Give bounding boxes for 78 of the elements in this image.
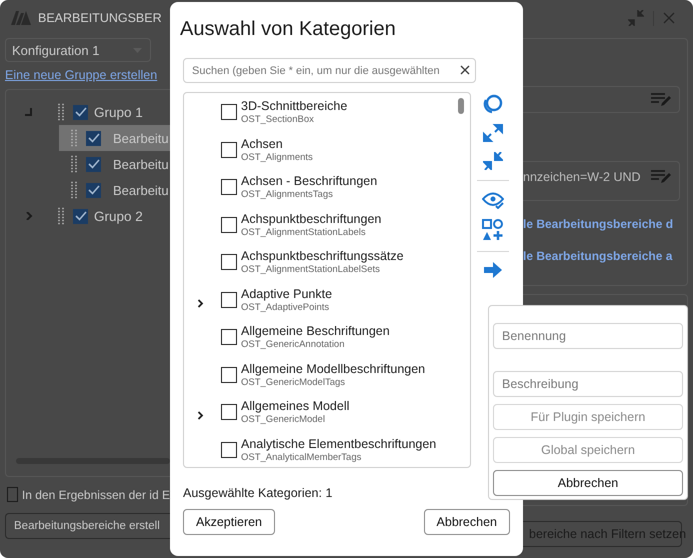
category-name: Allgemeine Modellbeschriftungen bbox=[241, 362, 426, 376]
search-field[interactable]: Suchen (geben Sie * ein, um nur die ausgewählten bbox=[183, 58, 476, 83]
tree-item[interactable]: Bearbeitu bbox=[59, 177, 170, 203]
category-name: Achsen - Beschriftungen bbox=[241, 174, 378, 188]
collapse-arrows-icon[interactable] bbox=[483, 152, 504, 170]
panel-button[interactable]: Abbrechen bbox=[493, 470, 683, 496]
expand-arrows-icon[interactable] bbox=[483, 124, 504, 142]
circles-icon[interactable] bbox=[482, 94, 504, 114]
checkbox[interactable] bbox=[221, 366, 237, 382]
action-link[interactable]: le Bearbeitungsbereiche d bbox=[523, 217, 680, 231]
checkbox[interactable] bbox=[221, 254, 237, 270]
shapes-icon[interactable] bbox=[482, 219, 504, 241]
window-title: BEARBEITUNGSBER bbox=[38, 11, 162, 25]
expand-icon[interactable] bbox=[197, 298, 204, 308]
selected-count: Ausgewählte Kategorien: 1 bbox=[183, 486, 334, 500]
category-code: OST_AlignmentStationLabels bbox=[241, 226, 367, 238]
category-code: OST_AlignmentsTags bbox=[241, 189, 334, 200]
group-label: Grupo 2 bbox=[94, 208, 143, 224]
tree-item[interactable]: Bearbeitu bbox=[59, 125, 170, 151]
create-button[interactable]: Bearbeitungsbereiche erstell bbox=[5, 513, 170, 539]
category-code: OST_GenericAnnotation bbox=[241, 339, 346, 350]
category-name: Allgemeine Beschriftungen bbox=[241, 324, 390, 338]
accept-button[interactable]: Akzeptieren bbox=[183, 509, 276, 535]
checkbox[interactable] bbox=[221, 179, 237, 195]
drag-handle-icon[interactable] bbox=[58, 207, 64, 225]
scrollbar-thumb[interactable] bbox=[458, 98, 464, 114]
dialog-title: Auswahl von Kategorien bbox=[180, 18, 397, 41]
horizontal-scrollbar[interactable] bbox=[16, 458, 170, 464]
category-name: Achsen bbox=[241, 136, 284, 150]
category-name: Achspunktbeschriftungen bbox=[241, 212, 382, 226]
item-label: Bearbeitu bbox=[113, 156, 169, 172]
category-code: OST_SectionBox bbox=[241, 114, 315, 125]
item-label: Bearbeitu bbox=[113, 182, 169, 198]
tree-item[interactable]: Bearbeitu bbox=[59, 151, 170, 177]
category-code: OST_AlignmentStationLabelSets bbox=[241, 264, 381, 275]
checkbox[interactable] bbox=[221, 329, 237, 345]
checkbox[interactable] bbox=[86, 182, 101, 198]
checkbox[interactable] bbox=[221, 142, 237, 158]
clear-icon[interactable] bbox=[460, 65, 470, 75]
rule-field[interactable] bbox=[523, 86, 680, 113]
category-code: OST_GenericModelTags bbox=[241, 376, 346, 388]
logo-icon bbox=[11, 11, 31, 25]
category-name: Achspunktbeschriftungssätze bbox=[241, 249, 404, 263]
category-code: OST_AdaptivePoints bbox=[241, 302, 330, 312]
checkbox[interactable] bbox=[221, 442, 237, 458]
eye-check-icon[interactable] bbox=[482, 191, 504, 209]
group-label: Grupo 1 bbox=[94, 104, 143, 120]
item-label: Bearbeitu bbox=[113, 130, 169, 146]
checkbox[interactable] bbox=[221, 104, 237, 120]
category-name: Adaptive Punkte bbox=[241, 286, 332, 300]
filter-field[interactable]: nnzeichen=W-2 UND bbox=[523, 161, 680, 201]
category-code: OST_AnalyticalMemberTags bbox=[241, 452, 362, 462]
category-name: Analytische Elementbeschriftungen bbox=[241, 436, 436, 450]
configuration-dropdown[interactable]: Konfiguration 1 bbox=[5, 38, 151, 62]
checkbox[interactable] bbox=[86, 130, 101, 146]
checkbox[interactable] bbox=[73, 208, 88, 224]
checkbox-label: In den Ergebnissen der id E bbox=[22, 488, 170, 502]
drag-handle-icon[interactable] bbox=[58, 103, 64, 121]
category-code: OST_Alignments bbox=[241, 152, 313, 162]
drag-handle-icon[interactable] bbox=[71, 181, 77, 199]
checkbox[interactable] bbox=[7, 487, 18, 502]
arrow-right-icon[interactable] bbox=[483, 262, 504, 278]
checkbox[interactable] bbox=[221, 404, 237, 420]
category-code: OST_GenericModel bbox=[241, 414, 326, 425]
description-field[interactable]: Beschreibung bbox=[493, 371, 683, 397]
checkbox[interactable] bbox=[221, 216, 237, 232]
cancel-button[interactable]: Abbrechen bbox=[424, 509, 510, 535]
checkbox[interactable] bbox=[86, 156, 101, 172]
checkbox[interactable] bbox=[73, 104, 88, 120]
category-name: Allgemeines Modell bbox=[241, 399, 350, 413]
category-name: 3D-Schnittbereiche bbox=[241, 99, 348, 113]
checkbox[interactable] bbox=[221, 292, 237, 308]
action-link[interactable]: le Bearbeitungsbereiche a bbox=[523, 249, 680, 263]
drag-handle-icon[interactable] bbox=[71, 155, 77, 173]
name-field[interactable]: Benennung bbox=[493, 323, 683, 349]
new-group-link[interactable]: Eine neue Gruppe erstellen bbox=[5, 68, 170, 82]
expand-icon[interactable] bbox=[197, 411, 204, 420]
drag-handle-icon[interactable] bbox=[71, 129, 77, 147]
